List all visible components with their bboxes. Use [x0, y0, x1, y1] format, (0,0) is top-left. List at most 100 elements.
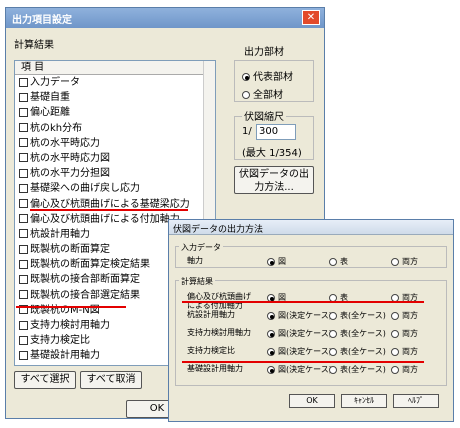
row-option[interactable]: 表(全ケース) [329, 346, 386, 357]
checkbox[interactable] [19, 138, 28, 148]
list-item-label: 既製杭の断面算定検定結果 [30, 259, 150, 271]
radio-icon [391, 311, 399, 320]
list-item-label: 杭のkh分布 [30, 122, 83, 134]
radio-icon [242, 73, 250, 81]
calc-results-sub-label: 計算結果 [179, 276, 215, 287]
option-label: 表(全ケース) [340, 329, 386, 338]
radio-icon [267, 257, 275, 266]
checkbox[interactable] [19, 77, 28, 87]
output-member-label: 出力部材 [242, 43, 286, 58]
dialog-titlebar: 出力項目設定 ✕ [6, 8, 324, 28]
row-option[interactable]: 図 [267, 256, 286, 267]
option-label: 表(全ケース) [340, 347, 386, 356]
list-item[interactable]: 杭の水平時応力 [15, 136, 215, 151]
option-label: 両方 [402, 347, 418, 356]
row-option[interactable]: 表(全ケース) [329, 364, 386, 375]
output-row: 偏心及び杭頭曲げ による付加軸力図表両方 [179, 292, 447, 310]
list-item-label: 支持力検定比 [30, 335, 90, 347]
row-option[interactable]: 図(決定ケース) [267, 328, 332, 339]
checkbox[interactable] [19, 259, 28, 269]
row-option[interactable]: 図(決定ケース) [267, 364, 332, 375]
list-item-label: 既製杭の接合部断面算定 [30, 274, 140, 286]
dialog-title: 出力項目設定 [12, 15, 72, 26]
option-label: 両方 [402, 257, 418, 266]
checkbox[interactable] [19, 199, 28, 208]
list-item[interactable]: 杭の水平時応力図 [15, 151, 215, 166]
row-option[interactable]: 表(全ケース) [329, 328, 386, 339]
checkbox[interactable] [19, 274, 28, 284]
row-option[interactable]: 表 [329, 256, 348, 267]
row-option[interactable]: 両方 [391, 328, 418, 339]
list-item[interactable]: 偏心距離 [15, 105, 215, 120]
radio-icon [391, 329, 399, 338]
row-label: 支持力検討用軸力 [187, 328, 251, 337]
list-item[interactable]: 基礎自重 [15, 90, 215, 105]
checkbox[interactable] [19, 183, 28, 193]
radio-icon [391, 257, 399, 266]
radio-icon [329, 365, 337, 374]
checkbox[interactable] [19, 107, 28, 117]
radio-icon [267, 329, 275, 338]
radio-icon [329, 311, 337, 320]
option-label: 図(決定ケース) [278, 311, 332, 320]
row-option[interactable]: 図(決定ケース) [267, 310, 332, 321]
option-label: 表(全ケース) [340, 365, 386, 374]
scale-input[interactable]: 300 [256, 124, 296, 140]
clear-all-button[interactable]: すべて取消 [80, 371, 142, 389]
option-label: 図(決定ケース) [278, 365, 332, 374]
scale-label: 伏図縮尺 [242, 108, 286, 123]
checkbox[interactable] [19, 244, 28, 254]
row-option[interactable]: 両方 [391, 310, 418, 321]
option-label: 表 [340, 257, 348, 266]
list-item-label: 杭設計用軸力 [30, 228, 90, 240]
row-option[interactable]: 両方 [391, 364, 418, 375]
sub-cancel-button[interactable]: ｷｬﾝｾﾙ [341, 394, 387, 408]
radio-icon [267, 311, 275, 320]
checkbox[interactable] [19, 229, 28, 239]
row-label: 基礎設計用軸力 [187, 364, 243, 373]
option-label: 図(決定ケース) [278, 329, 332, 338]
option-label: 両方 [402, 329, 418, 338]
member-option-representative[interactable]: 代表部材 [242, 68, 293, 83]
output-row: 基礎設計用軸力 図(決定ケース) 表(全ケース) 両方 [179, 364, 447, 378]
list-item[interactable]: 杭のkh分布 [15, 121, 215, 136]
option-label: 両方 [402, 365, 418, 374]
list-item-label: 杭の水平時応力図 [30, 152, 110, 164]
row-option[interactable]: 図(決定ケース) [267, 346, 332, 357]
calc-results-label: 計算結果 [14, 40, 54, 51]
list-item-label: 偏心及び杭頭曲げによる付加軸力 [30, 213, 180, 225]
row-option[interactable]: 両方 [391, 346, 418, 357]
checkbox[interactable] [19, 168, 28, 178]
list-item[interactable]: 杭の水平力分担図 [15, 166, 215, 181]
checkbox[interactable] [19, 214, 28, 224]
row-option[interactable]: 表(全ケース) [329, 310, 386, 321]
list-item-label: 支持力検討用軸力 [30, 320, 110, 331]
checkbox[interactable] [19, 290, 28, 300]
member-option-all[interactable]: 全部材 [242, 86, 283, 101]
output-row: 杭設計用軸力 図(決定ケース) 表(全ケース) 両方 [179, 310, 447, 324]
list-item[interactable]: 基礎梁への曲げ戻し応力 [15, 181, 215, 196]
list-item-label: 入力データ [30, 77, 80, 88]
list-item-label: 既製杭の接合部選定結果 [30, 289, 140, 301]
checkbox[interactable] [19, 320, 28, 330]
row-option[interactable]: 両方 [391, 256, 418, 267]
radio-icon [329, 347, 337, 356]
checkbox[interactable] [19, 350, 28, 360]
list-item-label: 偏心及び杭頭曲げによる基礎梁応力 [30, 198, 190, 210]
subdialog-title: 伏図データの出力方法 [173, 225, 264, 235]
close-button[interactable]: ✕ [302, 10, 320, 25]
list-item[interactable]: 入力データ [15, 75, 215, 90]
checkbox[interactable] [19, 153, 28, 163]
sub-ok-button[interactable]: OK [289, 394, 335, 408]
output-row: 支持力検定比 図(決定ケース) 表(全ケース) 両方 [179, 346, 447, 360]
radio-icon [391, 347, 399, 356]
highlight-line-axial [30, 209, 188, 211]
checkbox[interactable] [19, 123, 28, 133]
select-all-button[interactable]: すべて選択 [14, 371, 76, 389]
checkbox[interactable] [19, 92, 28, 102]
radio-icon [267, 347, 275, 356]
plan-output-method-button[interactable]: 伏図データの出力方法... [234, 166, 314, 194]
checkbox[interactable] [19, 335, 28, 345]
option-label: 両方 [402, 311, 418, 320]
sub-help-button[interactable]: ﾍﾙﾌﾟ [393, 394, 439, 408]
